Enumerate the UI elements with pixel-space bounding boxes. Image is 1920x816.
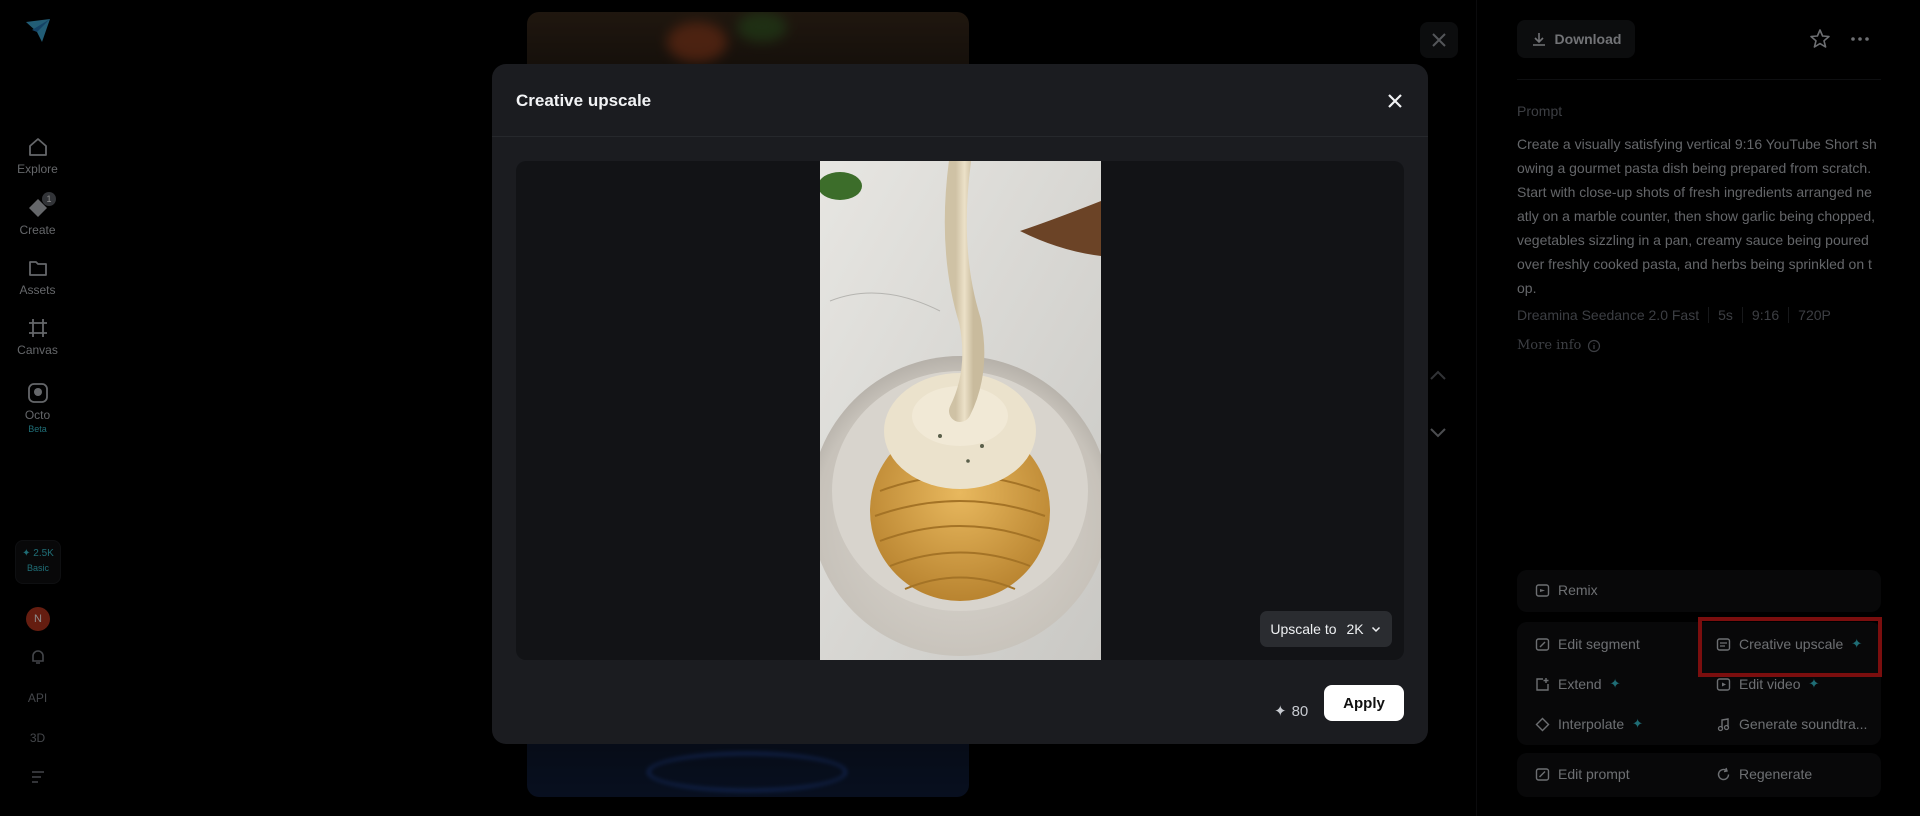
- close-icon[interactable]: [1384, 90, 1406, 112]
- video-preview: Upscale to 2K: [516, 161, 1404, 660]
- upscale-value: 2K: [1346, 621, 1364, 637]
- dialog-title: Creative upscale: [516, 91, 652, 110]
- upscale-resolution-select[interactable]: Upscale to 2K: [1260, 611, 1392, 647]
- upscale-prefix: Upscale to: [1270, 621, 1337, 637]
- credit-cost-value: 80: [1291, 702, 1309, 720]
- credit-cost: ✦ 80: [1274, 702, 1309, 721]
- divider: [492, 136, 1428, 137]
- chevron-down-icon: [1371, 626, 1380, 633]
- creative-upscale-dialog: Creative upscale Upscale to 2K ✦ 80 Appl…: [492, 64, 1428, 744]
- sparkle-icon: ✦: [1274, 703, 1287, 720]
- pasta-preview-image: [820, 161, 1101, 660]
- apply-button[interactable]: Apply: [1324, 685, 1404, 721]
